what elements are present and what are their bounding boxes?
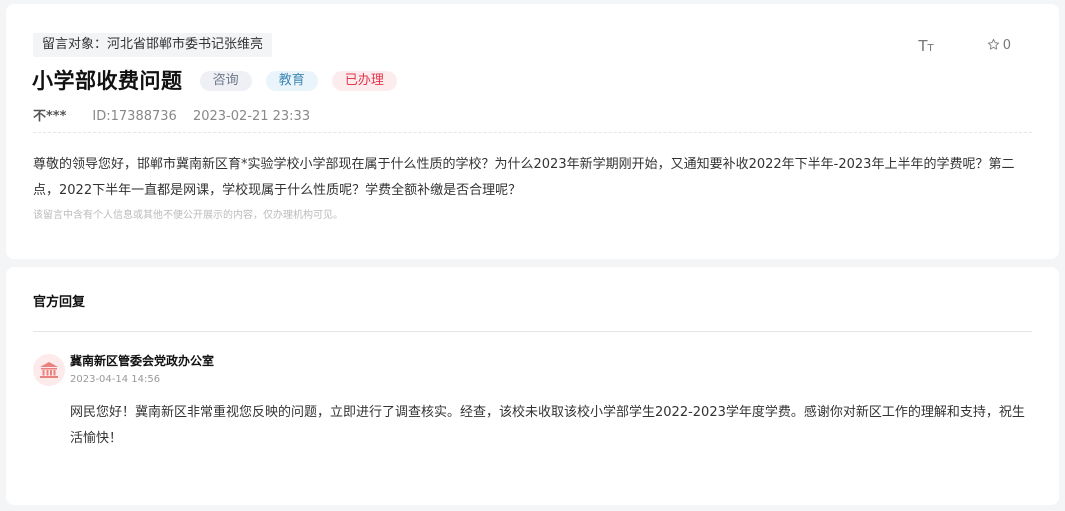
government-building-icon — [40, 362, 58, 378]
status-badge: 已办理 — [331, 71, 397, 91]
tag-education: 教育 — [265, 71, 318, 91]
message-meta: 不*** ID:17388736 2023-02-21 23:33 — [33, 108, 310, 126]
message-target-tag: 留言对象：河北省邯郸市委书记张维亮 — [33, 33, 273, 57]
meta-divider — [33, 132, 1032, 133]
reply-section-title: 官方回复 — [33, 295, 86, 310]
reply-divider — [33, 331, 1032, 332]
message-title: 小学部收费问题 — [32, 69, 183, 93]
font-size-button[interactable]: TT — [915, 34, 937, 58]
favorite-button[interactable]: 0 — [987, 34, 1011, 58]
tag-consult: 咨询 — [199, 71, 252, 91]
reply-datetime: 2023-04-14 14:56 — [70, 374, 161, 385]
title-row: 小学部收费问题 咨询 教育 已办理 — [32, 66, 397, 96]
star-outline-icon — [987, 38, 999, 50]
font-size-icon: TT — [918, 37, 934, 55]
reply-body: 网民您好！冀南新区非常重视您反映的问题，立即进行了调查核实。经查，该校未收取该校… — [70, 405, 1025, 446]
avatar — [33, 354, 65, 386]
favorite-count: 0 — [1002, 38, 1011, 53]
message-id: ID:17388736 — [92, 109, 177, 124]
message-card: 留言对象：河北省邯郸市委书记张维亮 TT 0 小学部收费问题 咨询 教育 已办理… — [6, 4, 1059, 259]
reply-org-name: 冀南新区管委会党政办公室 — [70, 354, 215, 368]
message-datetime: 2023-02-21 23:33 — [192, 109, 311, 124]
privacy-notice: 该留言中含有个人信息或其他不便公开展示的内容，仅办理机构可见。 — [33, 210, 343, 221]
message-body: 尊敬的领导您好，邯郸市冀南新区育*实验学校小学部现在属于什么性质的学校？为什么2… — [33, 157, 1015, 198]
official-reply-card: 官方回复 冀南新区管委会党政办公室 2023-04-14 14:56 网民您好！… — [6, 267, 1059, 505]
author-name: 不*** — [33, 109, 67, 124]
